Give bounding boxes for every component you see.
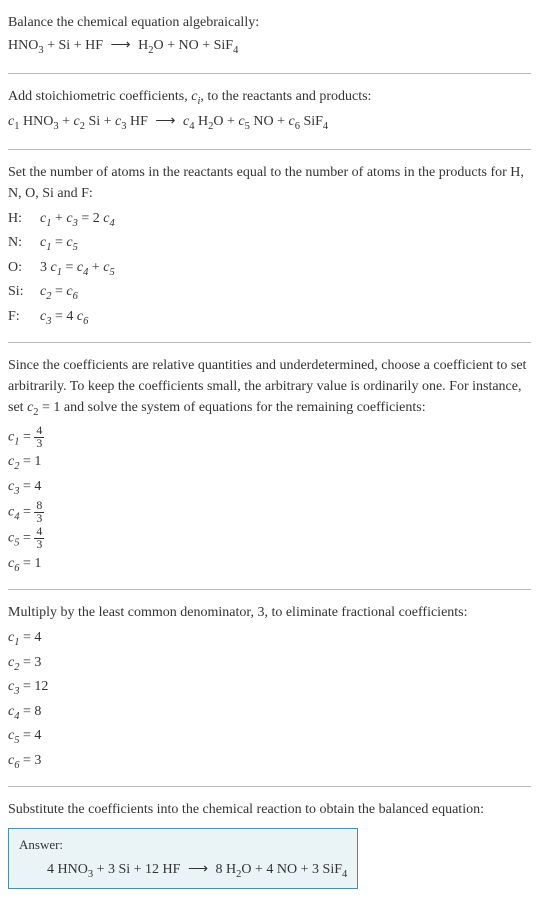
atom-equation: c1 = c5 [40,232,78,256]
atom-row: F: c3 = 4 c6 [8,306,531,330]
coeff-item: c5 = 43 [8,526,531,551]
section-lcd: Multiply by the least common denominator… [8,598,531,778]
lcd-text: Multiply by the least common denominator… [8,602,531,623]
section-solve: Since the coefficients are relative quan… [8,351,531,581]
atom-equation: 3 c1 = c4 + c5 [40,257,115,281]
coeff-item: c3 = 12 [8,676,531,700]
section-atom-balance: Set the number of atoms in the reactants… [8,158,531,335]
atom-label: H: [8,208,32,232]
product-2: NO [178,38,198,53]
section-intro: Balance the chemical equation algebraica… [8,8,531,65]
atom-row: O: 3 c1 = c4 + c5 [8,257,531,281]
arrow-icon: ⟶ [188,859,208,880]
divider [8,73,531,74]
reactant-1: HNO [8,38,38,53]
coeff-solution-list: c1 = 43c2 = 1c3 = 4c4 = 83c5 = 43c6 = 1 [8,425,531,576]
coeff-item: c1 = 4 [8,627,531,651]
atom-label: N: [8,232,32,256]
section-coefficients: Add stoichiometric coefficients, ci, to … [8,82,531,141]
answer-label: Answer: [19,835,347,855]
atom-row: N: c1 = c5 [8,232,531,256]
product-1a: H [138,38,148,53]
atom-equation: c3 = 4 c6 [40,306,88,330]
atom-balance-table: H: c1 + c3 = 2 c4 N: c1 = c5 O: 3 c1 = c4 + c… [8,208,531,330]
unbalanced-equation: HNO3 + Si + HF ⟶ H2O + NO + SiF4 [8,35,531,59]
substitute-text: Substitute the coefficients into the che… [8,799,531,820]
coeff-item: c2 = 3 [8,652,531,676]
divider [8,342,531,343]
coeff-item: c4 = 83 [8,500,531,525]
section-answer: Substitute the coefficients into the che… [8,795,531,893]
intro-text: Balance the chemical equation algebraica… [8,12,531,33]
atom-label: Si: [8,281,32,305]
atom-equation: c2 = c6 [40,281,78,305]
coeff-item: c6 = 3 [8,750,531,774]
coeff-item: c5 = 4 [8,725,531,749]
atom-row: Si: c2 = c6 [8,281,531,305]
atom-label: O: [8,257,32,281]
arrow-icon: ⟶ [111,35,131,56]
answer-box: Answer: 4 HNO3 + 3 Si + 12 HF ⟶ 8 H2O + … [8,828,358,889]
coeff-equation: c1 HNO3 + c2 Si + c3 HF ⟶ c4 H2O + c5 NO… [8,111,531,135]
reactant-2: Si [59,38,71,53]
coeff-item: c3 = 4 [8,476,531,500]
product-3: SiF [214,38,233,53]
coeff-item: c4 = 8 [8,701,531,725]
divider [8,149,531,150]
coeff-item: c1 = 43 [8,425,531,450]
divider [8,786,531,787]
coeff-intro-text: Add stoichiometric coefficients, ci, to … [8,86,531,110]
reactant-3: HF [85,38,103,53]
arrow-icon: ⟶ [155,111,175,132]
atom-row: H: c1 + c3 = 2 c4 [8,208,531,232]
solve-text: Since the coefficients are relative quan… [8,355,531,421]
coeff-item: c6 = 1 [8,553,531,577]
divider [8,589,531,590]
atom-label: F: [8,306,32,330]
coeff-item: c2 = 1 [8,451,531,475]
atom-balance-text: Set the number of atoms in the reactants… [8,162,531,204]
balanced-equation: 4 HNO3 + 3 Si + 12 HF ⟶ 8 H2O + 4 NO + 3… [19,859,347,883]
atom-equation: c1 + c3 = 2 c4 [40,208,115,232]
coeff-final-list: c1 = 4c2 = 3c3 = 12c4 = 8c5 = 4c6 = 3 [8,627,531,773]
